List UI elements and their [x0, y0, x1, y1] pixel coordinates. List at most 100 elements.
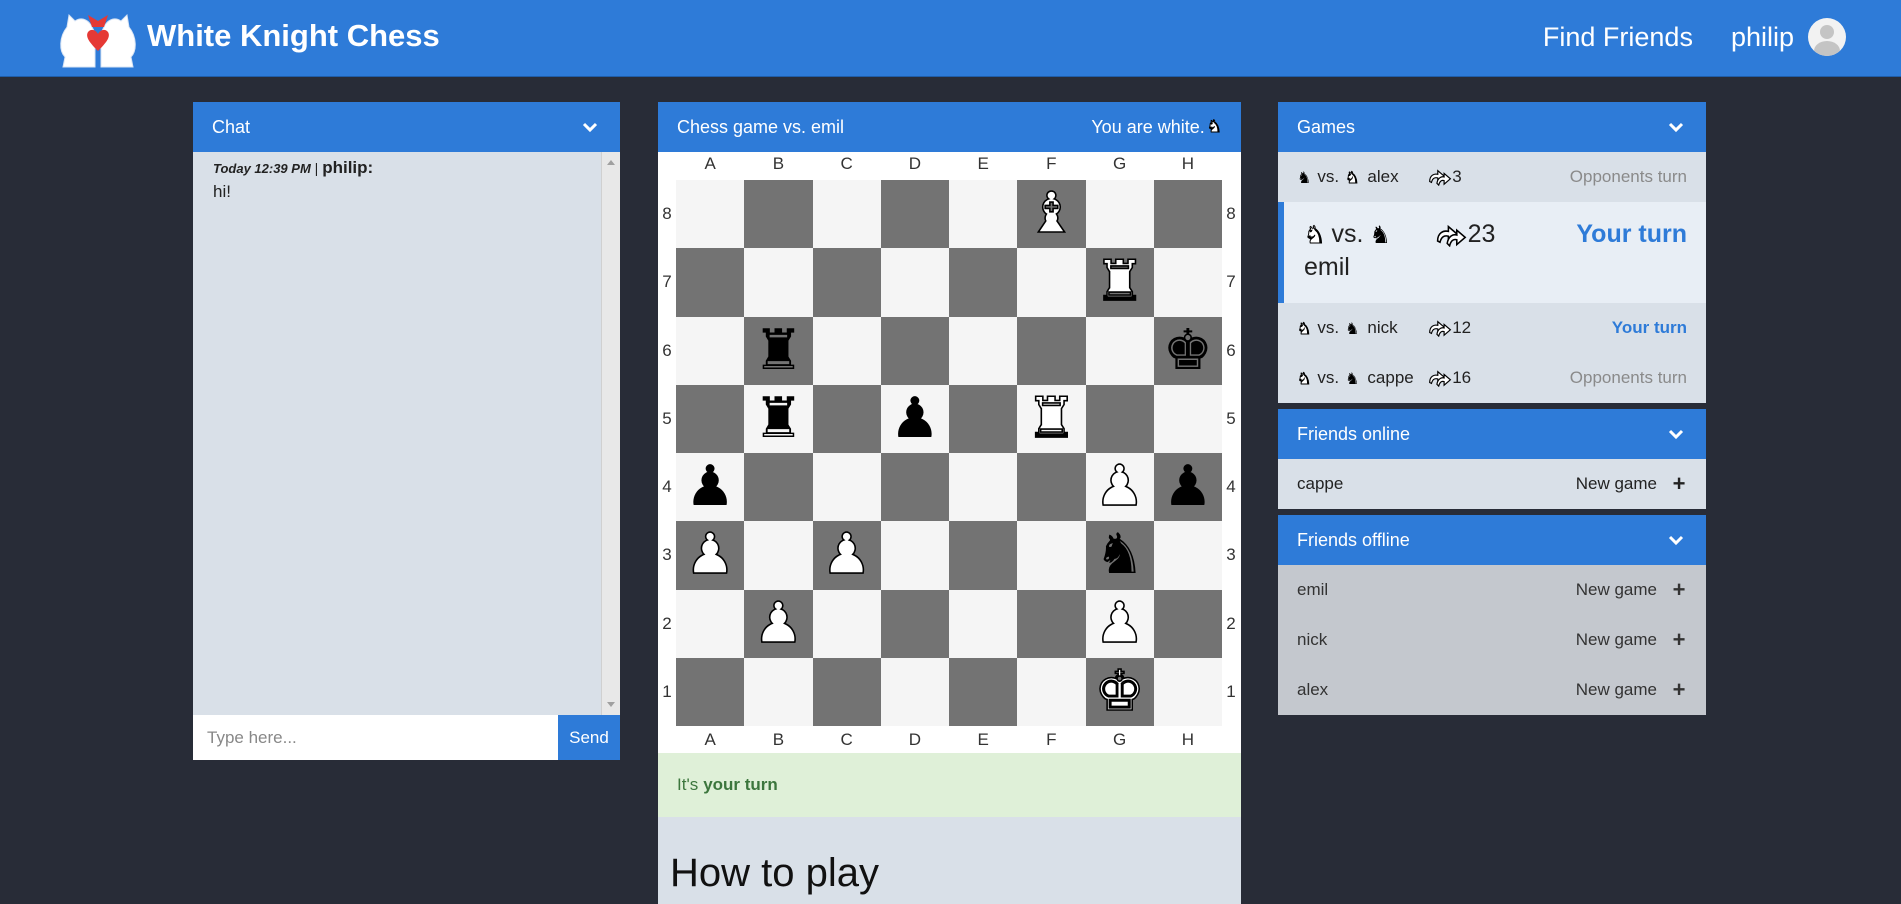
board-square[interactable]	[949, 453, 1018, 522]
white-bishop-icon[interactable]: ♝	[1025, 185, 1077, 243]
brand[interactable]: White Knight Chess	[55, 8, 440, 70]
board-square[interactable]	[949, 384, 1018, 453]
game-list-item[interactable]: ♞ vs. ♞ cappe 16 Opponents turn	[1278, 353, 1706, 403]
board-square[interactable]	[1085, 384, 1154, 453]
find-friends-link[interactable]: Find Friends	[1543, 22, 1693, 53]
board-square[interactable]	[1017, 657, 1086, 726]
board-square[interactable]: ♝	[1017, 180, 1086, 249]
game-list-item[interactable]: ♞ vs. ♞ alex 3 Opponents turn	[1278, 152, 1706, 202]
scroll-down-arrow-icon[interactable]	[607, 702, 615, 707]
plus-icon[interactable]: +	[1671, 577, 1687, 603]
board-square[interactable]	[949, 657, 1018, 726]
black-knight-icon[interactable]: ♞	[1095, 527, 1145, 583]
board-square[interactable]: ♜	[744, 384, 813, 453]
new-game-button[interactable]: New game +	[1576, 577, 1687, 603]
new-game-button[interactable]: New game +	[1576, 471, 1687, 497]
chat-input[interactable]	[193, 715, 558, 760]
board-square[interactable]	[676, 316, 745, 385]
board-square[interactable]: ♜	[1085, 248, 1154, 317]
chess-board[interactable]: ♝ ♜ ♜ ♚ ♜ ♟ ♜ ♟ ♟ ♟ ♟ ♟ ♞ ♟ ♟ ♚	[676, 180, 1222, 726]
board-square[interactable]: ♟	[676, 453, 745, 522]
board-square[interactable]: ♚	[1153, 316, 1222, 385]
plus-icon[interactable]: +	[1671, 627, 1687, 653]
white-rook-icon[interactable]: ♜	[1025, 390, 1077, 448]
board-square[interactable]	[812, 453, 881, 522]
board-square[interactable]: ♟	[880, 384, 949, 453]
board-square[interactable]: ♟	[1153, 453, 1222, 522]
board-square[interactable]	[1017, 248, 1086, 317]
board-square[interactable]	[1017, 453, 1086, 522]
white-pawn-icon[interactable]: ♟	[1094, 458, 1146, 516]
board-square[interactable]	[676, 589, 745, 658]
board-square[interactable]	[676, 384, 745, 453]
user-menu[interactable]: philip	[1731, 18, 1846, 56]
board-square[interactable]: ♟	[676, 521, 745, 590]
board-square[interactable]: ♚	[1085, 657, 1154, 726]
game-list-item[interactable]: ♞ vs. ♞ nick 12 Your turn	[1278, 303, 1706, 353]
board-square[interactable]	[949, 521, 1018, 590]
black-pawn-icon[interactable]: ♟	[890, 390, 940, 447]
new-game-button[interactable]: New game +	[1576, 677, 1687, 703]
white-pawn-icon[interactable]: ♟	[752, 594, 804, 652]
chevron-down-icon[interactable]	[1665, 529, 1687, 551]
board-square[interactable]	[1017, 521, 1086, 590]
board-square[interactable]	[812, 180, 881, 249]
board-square[interactable]	[880, 316, 949, 385]
chat-scrollbar[interactable]	[601, 152, 620, 715]
plus-icon[interactable]: +	[1671, 677, 1687, 703]
board-square[interactable]: ♟	[1085, 453, 1154, 522]
white-rook-icon[interactable]: ♜	[1094, 253, 1146, 311]
board-square[interactable]: ♜	[744, 316, 813, 385]
board-square[interactable]	[812, 316, 881, 385]
board-square[interactable]	[744, 248, 813, 317]
board-square[interactable]	[1017, 589, 1086, 658]
white-pawn-icon[interactable]: ♟	[821, 526, 873, 584]
board-square[interactable]	[880, 657, 949, 726]
game-list-item[interactable]: ♞ vs. ♞ emil 23 Your turn	[1278, 202, 1706, 303]
board-square[interactable]: ♜	[1017, 384, 1086, 453]
black-pawn-icon[interactable]: ♟	[685, 459, 735, 515]
chevron-down-icon[interactable]	[579, 116, 601, 138]
board-square[interactable]	[676, 657, 745, 726]
chat-header[interactable]: Chat	[193, 102, 620, 152]
board-square[interactable]: ♟	[744, 589, 813, 658]
white-pawn-icon[interactable]: ♟	[684, 526, 736, 584]
board-square[interactable]	[1017, 316, 1086, 385]
games-header[interactable]: Games	[1278, 102, 1706, 152]
board-square[interactable]	[1153, 248, 1222, 317]
board-square[interactable]	[880, 589, 949, 658]
board-square[interactable]	[744, 180, 813, 249]
board-square[interactable]	[1153, 589, 1222, 658]
board-square[interactable]	[949, 589, 1018, 658]
send-button[interactable]: Send	[558, 715, 620, 760]
black-rook-icon[interactable]: ♜	[753, 322, 803, 379]
new-game-button[interactable]: New game +	[1576, 627, 1687, 653]
friends-online-header[interactable]: Friends online	[1278, 409, 1706, 459]
board-square[interactable]	[744, 453, 813, 522]
board-square[interactable]	[1085, 180, 1154, 249]
board-square[interactable]: ♟	[812, 521, 881, 590]
scroll-up-arrow-icon[interactable]	[607, 160, 615, 165]
plus-icon[interactable]: +	[1671, 471, 1687, 497]
board-square[interactable]	[880, 521, 949, 590]
board-square[interactable]	[880, 453, 949, 522]
board-square[interactable]: ♞	[1085, 521, 1154, 590]
white-pawn-icon[interactable]: ♟	[1094, 594, 1146, 652]
chevron-down-icon[interactable]	[1665, 116, 1687, 138]
board-square[interactable]	[1153, 180, 1222, 249]
board-square[interactable]	[812, 248, 881, 317]
board-square[interactable]: ♟	[1085, 589, 1154, 658]
board-square[interactable]	[1085, 316, 1154, 385]
board-square[interactable]	[1153, 521, 1222, 590]
black-king-icon[interactable]: ♚	[1163, 322, 1213, 379]
chevron-down-icon[interactable]	[1665, 423, 1687, 445]
board-square[interactable]	[812, 384, 881, 453]
board-square[interactable]	[676, 180, 745, 249]
white-king-icon[interactable]: ♚	[1094, 663, 1146, 721]
friends-offline-header[interactable]: Friends offline	[1278, 515, 1706, 565]
board-square[interactable]	[812, 589, 881, 658]
black-rook-icon[interactable]: ♜	[753, 390, 803, 447]
board-square[interactable]	[880, 180, 949, 249]
black-pawn-icon[interactable]: ♟	[1163, 459, 1213, 515]
board-square[interactable]	[744, 657, 813, 726]
